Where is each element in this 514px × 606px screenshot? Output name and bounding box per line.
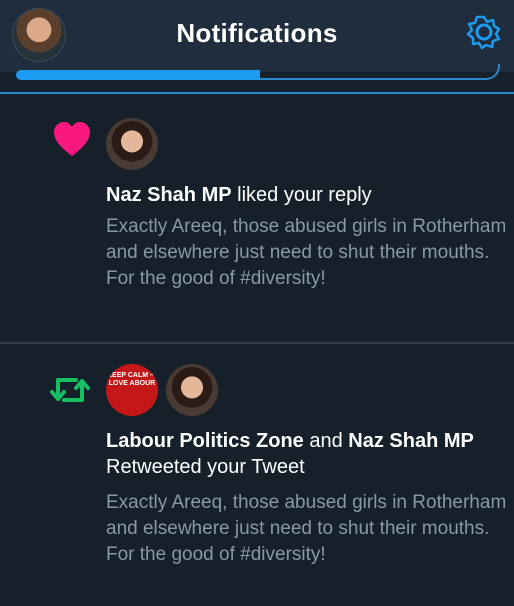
notification-headline: Naz Shah MP liked your reply <box>106 182 506 208</box>
actor-name[interactable]: Labour Politics Zone <box>106 430 304 452</box>
page-title: Notifications <box>176 18 338 48</box>
joiner-text: and <box>309 430 343 452</box>
avatar[interactable] <box>106 118 158 170</box>
heart-icon <box>54 122 90 156</box>
actor-name[interactable]: Naz Shah MP <box>348 430 474 452</box>
avatar[interactable] <box>166 364 218 416</box>
tab-indicator-track <box>260 64 500 80</box>
action-text: liked your reply <box>237 184 372 206</box>
actor-name[interactable]: Naz Shah MP <box>106 184 232 206</box>
notification-retweet[interactable]: KEEP CALM — LOVE ABOUR Labour Politics Z… <box>0 344 514 606</box>
notification-like[interactable]: Naz Shah MP liked your reply Exactly Are… <box>0 96 514 344</box>
gear-icon[interactable] <box>466 14 502 50</box>
tab-indicator-active <box>16 70 260 80</box>
avatar-text: KEEP CALM — LOVE ABOUR <box>106 372 158 387</box>
tweet-text: Exactly Areeq, those abused girls in Rot… <box>106 492 507 565</box>
notification-headline: Labour Politics Zone and Naz Shah MP Ret… <box>106 428 506 480</box>
tab-indicator[interactable] <box>0 64 514 94</box>
retweet-icon <box>50 378 90 402</box>
top-bar: Notifications <box>0 0 514 72</box>
tweet-text: Exactly Areeq, those abused girls in Rot… <box>106 216 507 289</box>
action-text: Retweeted your Tweet <box>106 456 305 478</box>
avatar[interactable]: KEEP CALM — LOVE ABOUR <box>106 364 158 416</box>
